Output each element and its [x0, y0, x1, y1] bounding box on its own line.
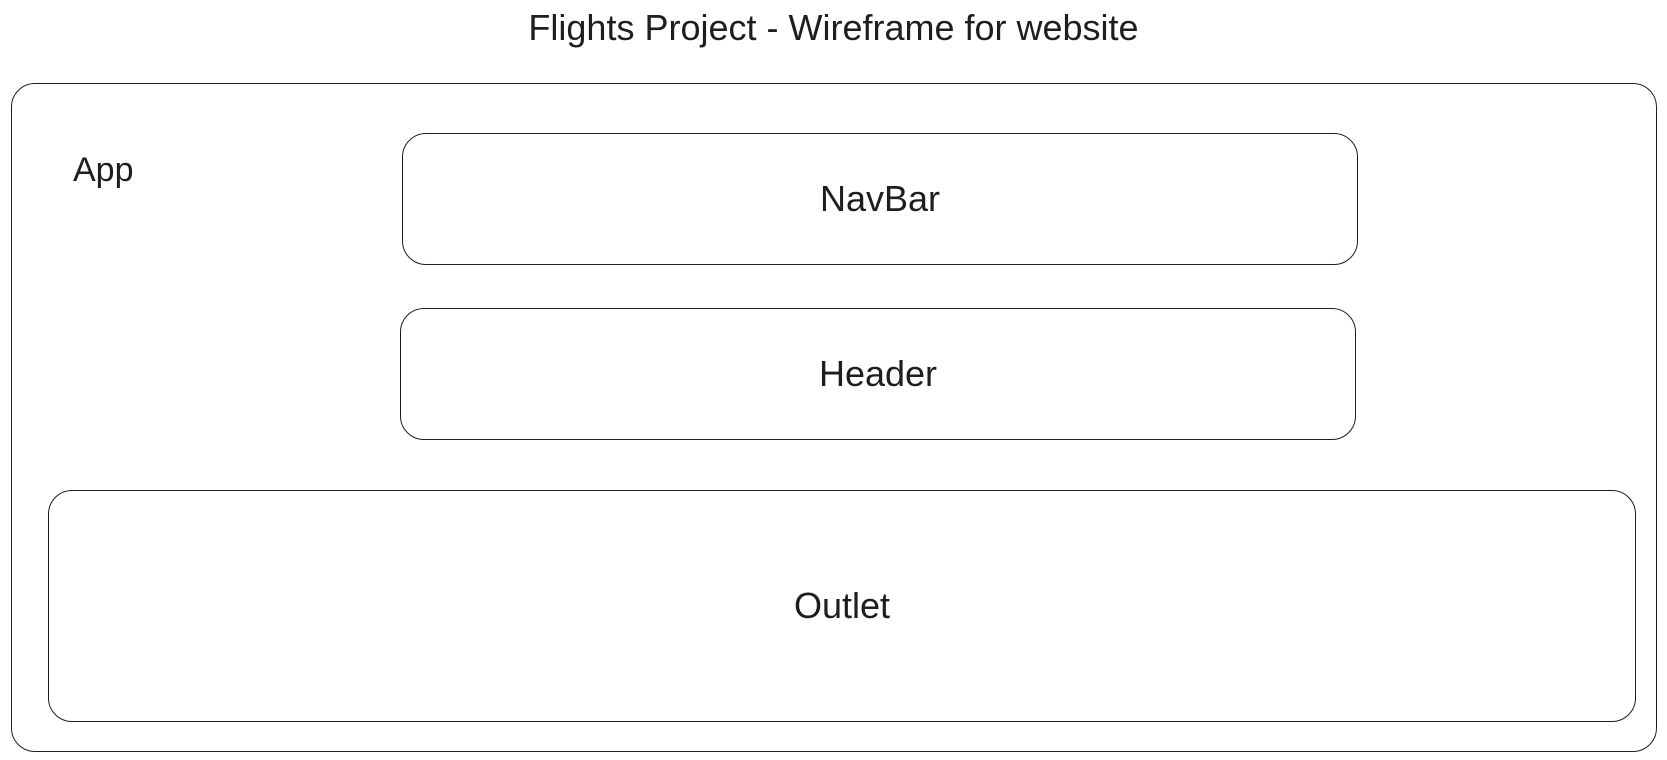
header-label: Header — [818, 353, 938, 394]
diagram-title: Flights Project - Wireframe for website — [528, 7, 1139, 48]
header-box: Header — [400, 308, 1356, 440]
outlet-box: Outlet — [48, 490, 1636, 722]
navbar-label: NavBar — [819, 178, 941, 219]
navbar-box: NavBar — [402, 133, 1358, 265]
app-label: App — [73, 151, 134, 189]
outlet-label: Outlet — [793, 585, 891, 626]
